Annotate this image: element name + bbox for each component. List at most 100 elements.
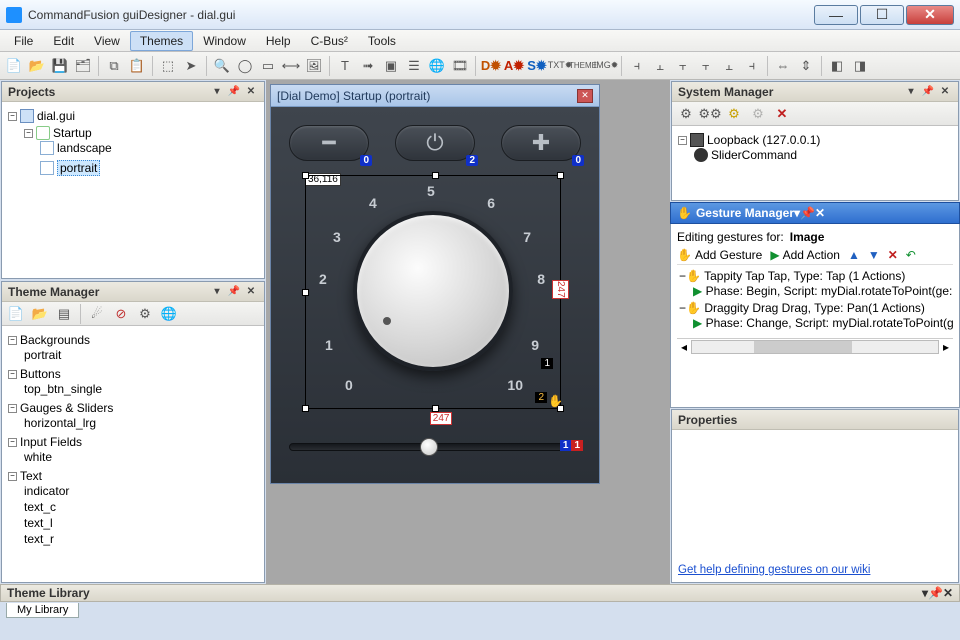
sm-gear2-icon[interactable]: ⚙⚙: [700, 104, 720, 124]
panel-close-icon[interactable]: ✕: [244, 285, 258, 299]
pin-icon[interactable]: 📌: [921, 85, 935, 99]
open-icon[interactable]: 📂: [27, 56, 47, 76]
zoom-icon[interactable]: 🔍: [212, 56, 232, 76]
new-icon[interactable]: 📄: [4, 56, 24, 76]
pin-icon[interactable]: 📌: [800, 206, 815, 220]
gesture-phase-0[interactable]: Phase: Begin, Script: myDial.rotateToPoi…: [706, 284, 953, 298]
theme-item[interactable]: text_c: [24, 500, 56, 514]
dial-selection[interactable]: 36,116 247 247 0 1 2: [305, 175, 565, 409]
slider[interactable]: 1 1: [289, 443, 581, 461]
dropdown-icon[interactable]: ▾: [904, 85, 918, 99]
bring-front-icon[interactable]: ◧: [827, 56, 847, 76]
projects-header[interactable]: Projects ▾ 📌 ✕: [2, 82, 264, 102]
theme-manager-header[interactable]: Theme Manager ▾ 📌 ✕: [2, 282, 264, 302]
tm-globe-icon[interactable]: 🌐: [159, 304, 179, 324]
add-action-button[interactable]: ▶Add Action: [770, 248, 840, 262]
handle-n[interactable]: [432, 172, 439, 179]
panel-close-icon[interactable]: ✕: [943, 586, 953, 600]
menu-themes[interactable]: Themes: [130, 31, 193, 51]
gesture-item-1[interactable]: Draggity Drag Drag, Type: Pan(1 Actions): [704, 301, 925, 315]
select-icon[interactable]: ⬚: [158, 56, 178, 76]
theme-item[interactable]: text_r: [24, 532, 54, 546]
align-right-icon[interactable]: ⫟: [673, 56, 693, 76]
input-icon[interactable]: ▣: [381, 56, 401, 76]
sm-gear1-icon[interactable]: ⚙: [676, 104, 696, 124]
handle-nw[interactable]: [302, 172, 309, 179]
img-bolt-icon[interactable]: IMG✹: [596, 56, 616, 76]
project-startup[interactable]: Startup: [53, 126, 92, 140]
h-scrollbar[interactable]: ◂ ▸: [677, 338, 953, 354]
align-bot-icon[interactable]: ⫞: [742, 56, 762, 76]
tm-open-icon[interactable]: 📂: [30, 304, 50, 324]
rect-icon[interactable]: ▭: [258, 56, 278, 76]
align-mid-icon[interactable]: ⫠: [719, 56, 739, 76]
d-icon[interactable]: D✹: [481, 56, 501, 76]
s-icon[interactable]: S✹: [527, 56, 547, 76]
handle-ne[interactable]: [557, 172, 564, 179]
delete-icon[interactable]: ✕: [888, 248, 898, 262]
device-titlebar[interactable]: [Dial Demo] Startup (portrait) ✕: [271, 85, 599, 107]
dist-v-icon[interactable]: ⇕: [796, 56, 816, 76]
slider-thumb[interactable]: [420, 438, 438, 456]
theme-item[interactable]: horizontal_lrg: [24, 416, 96, 430]
pin-icon[interactable]: 📌: [227, 285, 241, 299]
a-icon[interactable]: A✹: [504, 56, 524, 76]
add-gesture-button[interactable]: ✋Add Gesture: [677, 248, 762, 262]
menu-view[interactable]: View: [84, 31, 130, 51]
menu-cbus[interactable]: C-Bus²: [301, 31, 358, 51]
menu-window[interactable]: Window: [193, 31, 256, 51]
gesture-manager-header[interactable]: ✋ Gesture Manager ▾ 📌 ✕: [670, 202, 960, 224]
power-button[interactable]: ⏻2: [395, 125, 475, 161]
align-top-icon[interactable]: ⫟: [696, 56, 716, 76]
orientation-landscape[interactable]: landscape: [57, 141, 112, 155]
gesture-item-0[interactable]: Tappity Tap Tap, Type: Tap (1 Actions): [704, 269, 905, 283]
pointer-icon[interactable]: ➤: [181, 56, 201, 76]
projects-tree[interactable]: −dial.gui −Startup landscape portrait: [2, 102, 264, 278]
panel-close-icon[interactable]: ✕: [244, 85, 258, 99]
menu-edit[interactable]: Edit: [43, 31, 84, 51]
tm-gear-icon[interactable]: ⚙: [135, 304, 155, 324]
device-close-icon[interactable]: ✕: [577, 89, 593, 103]
dist-h-icon[interactable]: ⇔: [773, 56, 793, 76]
align-center-icon[interactable]: ⫠: [650, 56, 670, 76]
gesture-tree[interactable]: −✋ Tappity Tap Tap, Type: Tap (1 Actions…: [677, 268, 953, 332]
move-down-icon[interactable]: ▼: [868, 248, 880, 262]
tm-forbid-icon[interactable]: ⊘: [111, 304, 131, 324]
plus-button[interactable]: ✚0: [501, 125, 581, 161]
paste-icon[interactable]: 📋: [127, 56, 147, 76]
globe-icon[interactable]: 🌐: [427, 56, 447, 76]
canvas-area[interactable]: [Dial Demo] Startup (portrait) ✕ ━0 ⏻2 ✚…: [266, 80, 670, 584]
device-canvas[interactable]: ━0 ⏻2 ✚0 36,116 247 247: [271, 107, 599, 483]
close-button[interactable]: [906, 5, 954, 25]
save-all-icon[interactable]: 🗂: [73, 56, 93, 76]
txt-bolt-icon[interactable]: TXT✹: [550, 56, 570, 76]
gesture-phase-1[interactable]: Phase: Change, Script: myDial.rotateToPo…: [706, 316, 954, 330]
theme-item[interactable]: text_l: [24, 516, 53, 530]
handle-w[interactable]: [302, 289, 309, 296]
minimize-button[interactable]: [814, 5, 858, 25]
theme-tree[interactable]: − Backgroundsportrait− Buttonstop_btn_si…: [2, 326, 264, 582]
copy-icon[interactable]: ⧉: [104, 56, 124, 76]
image-icon[interactable]: 🖼: [304, 56, 324, 76]
theme-item[interactable]: portrait: [24, 348, 61, 362]
move-up-icon[interactable]: ▲: [848, 248, 860, 262]
theme-item[interactable]: white: [24, 450, 52, 464]
panel-close-icon[interactable]: ✕: [938, 85, 952, 99]
dial-knob[interactable]: [353, 211, 513, 371]
system-manager-header[interactable]: System Manager ▾ 📌 ✕: [672, 82, 958, 102]
undo-icon[interactable]: ↶: [906, 248, 916, 262]
minus-button[interactable]: ━0: [289, 125, 369, 161]
dropdown-icon[interactable]: ▾: [210, 285, 224, 299]
sm-gear4-icon[interactable]: ⚙: [748, 104, 768, 124]
sm-delete-icon[interactable]: ✕: [772, 104, 792, 124]
film-icon[interactable]: 🎞: [450, 56, 470, 76]
orientation-portrait[interactable]: portrait: [57, 160, 100, 176]
handle-sw[interactable]: [302, 405, 309, 412]
menu-help[interactable]: Help: [256, 31, 301, 51]
sm-tree[interactable]: −Loopback (127.0.0.1) SliderCommand: [672, 126, 958, 200]
text-icon[interactable]: T: [335, 56, 355, 76]
tm-list-icon[interactable]: ▤: [54, 304, 74, 324]
sm-gear3-icon[interactable]: ⚙: [724, 104, 744, 124]
sm-node[interactable]: Loopback (127.0.0.1): [707, 133, 820, 147]
maximize-button[interactable]: [860, 5, 904, 25]
